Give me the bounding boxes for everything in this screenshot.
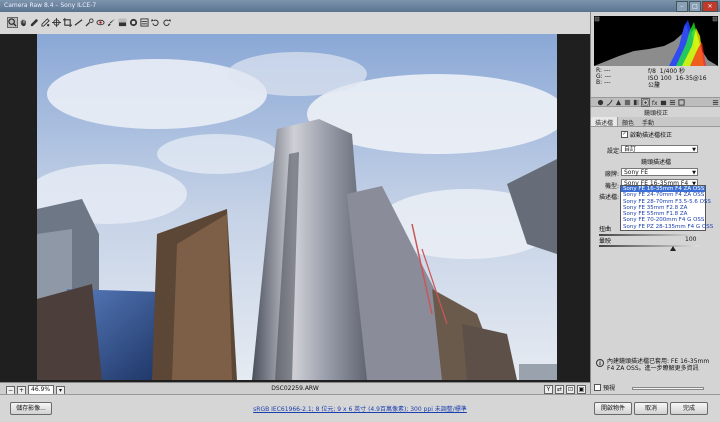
camera-calibration-icon[interactable] bbox=[660, 99, 667, 106]
photo-preview[interactable] bbox=[37, 34, 557, 380]
profile-notice-text: 內建鏡頭描述檔已套用: FE 16-35mm F4 ZA OSS。進一步瞭解更多… bbox=[607, 358, 710, 372]
spot-removal-icon[interactable] bbox=[85, 18, 94, 27]
detail-icon[interactable] bbox=[615, 99, 622, 106]
make-value: Sony FE bbox=[624, 169, 648, 176]
make-select[interactable]: Sony FE ▼ bbox=[621, 168, 698, 176]
setup-value: 自訂 bbox=[624, 146, 637, 153]
distortion-slider[interactable] bbox=[599, 234, 699, 236]
adjustment-brush-icon[interactable] bbox=[107, 18, 116, 27]
preview-option[interactable]: 預視 bbox=[594, 383, 615, 392]
rotate-right-icon[interactable] bbox=[162, 18, 171, 27]
preview-checkbox[interactable] bbox=[594, 384, 601, 391]
panel-tabs: fx bbox=[591, 97, 720, 107]
preview-row: 預視 bbox=[594, 382, 718, 392]
color-sampler-icon[interactable] bbox=[41, 18, 50, 27]
graduated-filter-icon[interactable] bbox=[118, 18, 127, 27]
profile-notice: 內建鏡頭描述檔已套用: FE 16-35mm F4 ZA OSS。進一步瞭解更多… bbox=[594, 356, 718, 378]
hand-icon[interactable] bbox=[19, 18, 28, 27]
lens-option[interactable]: Sony FE 24-70mm F4 ZA OSS bbox=[621, 192, 705, 198]
lens-option[interactable]: Sony FE 70-200mm F4 G OSS bbox=[621, 217, 705, 223]
readout-b: B: --- bbox=[596, 79, 611, 86]
profile-label: 描述檔: bbox=[599, 194, 620, 201]
hsl-icon[interactable] bbox=[624, 99, 631, 106]
white-balance-icon[interactable] bbox=[30, 18, 39, 27]
window-controls: – □ ✕ bbox=[676, 1, 718, 12]
minimize-button[interactable]: – bbox=[676, 1, 688, 12]
image-info: R: --- G: --- B: --- f/8 1/400 秒 ISO 100… bbox=[594, 67, 718, 95]
lens-option[interactable]: Sony FE 28-70mm F3.5-5.6 OSS bbox=[621, 199, 711, 205]
preview-label: 預視 bbox=[603, 385, 616, 392]
aperture: f/8 bbox=[648, 68, 656, 75]
dialog-footer: 儲存影像... sRGB IEC61966-2.1; 8 位元; 9 x 6 英… bbox=[0, 394, 720, 422]
done-button[interactable]: 完成 bbox=[670, 402, 708, 415]
toolbar bbox=[0, 12, 590, 35]
model-label: 機型: bbox=[605, 183, 620, 190]
setup-select[interactable]: 自訂 ▼ bbox=[621, 145, 698, 153]
title-bar: Camera Raw 8.4 – Sony ILCE-7 – □ ✕ bbox=[0, 0, 720, 12]
preferences-icon[interactable] bbox=[140, 18, 149, 27]
preview-slider[interactable] bbox=[632, 387, 704, 390]
shutter: 1/400 秒 bbox=[659, 68, 685, 75]
red-eye-icon[interactable] bbox=[96, 18, 105, 27]
subtab-color[interactable]: 顏色 bbox=[618, 117, 638, 127]
close-button[interactable]: ✕ bbox=[702, 1, 718, 12]
panel-menu-icon[interactable] bbox=[712, 99, 719, 106]
vignetting-slider-knob[interactable] bbox=[670, 246, 676, 251]
window-title: Camera Raw 8.4 – Sony ILCE-7 bbox=[4, 2, 97, 9]
cancel-button[interactable]: 取消 bbox=[634, 402, 668, 415]
radial-filter-icon[interactable] bbox=[129, 18, 138, 27]
maximize-button[interactable]: □ bbox=[689, 1, 701, 12]
svg-text:fx: fx bbox=[652, 100, 658, 106]
vignetting-value[interactable]: 100 bbox=[685, 236, 696, 243]
info-icon bbox=[596, 359, 604, 367]
lens-profile-section-title: 鏡頭描述檔 bbox=[640, 159, 671, 166]
iso: ISO 100 bbox=[648, 75, 672, 82]
image-preview-area[interactable] bbox=[0, 34, 590, 382]
copy-settings-icon[interactable]: ⊡ bbox=[566, 385, 575, 394]
targeted-adjustment-icon[interactable] bbox=[52, 18, 61, 27]
make-label: 廠牌: bbox=[605, 171, 620, 178]
straighten-icon[interactable] bbox=[74, 18, 83, 27]
crop-icon[interactable] bbox=[63, 18, 72, 27]
lens-model-dropdown[interactable]: Sony FE 16-35mm F4 ZA OSS Sony FE 24-70m… bbox=[620, 185, 713, 232]
subtab-profile[interactable]: 描述檔 bbox=[591, 117, 619, 127]
basic-panel-icon[interactable] bbox=[597, 99, 604, 106]
lens-option[interactable]: Sony FE PZ 28-135mm F4 G OSS bbox=[621, 224, 713, 230]
snapshots-icon[interactable] bbox=[678, 98, 685, 106]
setup-label: 設定: bbox=[607, 148, 622, 155]
split-toning-icon[interactable] bbox=[633, 99, 640, 106]
effects-icon[interactable]: fx bbox=[651, 99, 658, 106]
swap-settings-icon[interactable]: ⇄ bbox=[555, 385, 564, 394]
toggle-preview-icon[interactable]: ▣ bbox=[577, 385, 586, 394]
enable-profile-checkbox[interactable]: ✓ bbox=[621, 131, 628, 138]
lens-subtabs: 描述檔 顏色 手動 bbox=[591, 117, 720, 127]
vignetting-slider[interactable] bbox=[599, 245, 699, 247]
distortion-label: 扭曲 bbox=[599, 226, 612, 233]
filename-label: DSC02259.ARW bbox=[271, 385, 319, 392]
enable-profile-label: 啟動描述檔校正 bbox=[630, 132, 673, 139]
vignetting-label: 暈映 bbox=[599, 238, 612, 245]
before-after-toggle-icon[interactable]: Y bbox=[544, 385, 553, 394]
histogram bbox=[594, 16, 718, 66]
tone-curve-icon[interactable] bbox=[606, 99, 613, 106]
lens-corrections-icon[interactable] bbox=[641, 97, 650, 107]
rotate-left-icon[interactable] bbox=[151, 18, 160, 27]
enable-profile-option[interactable]: ✓ 啟動描述檔校正 bbox=[621, 130, 672, 139]
open-object-button[interactable]: 開啟物件 bbox=[594, 402, 632, 415]
zoom-icon[interactable] bbox=[7, 17, 18, 28]
presets-icon[interactable] bbox=[669, 99, 676, 106]
subtab-manual[interactable]: 手動 bbox=[638, 117, 658, 127]
panel-title: 鏡頭校正 bbox=[643, 110, 668, 117]
